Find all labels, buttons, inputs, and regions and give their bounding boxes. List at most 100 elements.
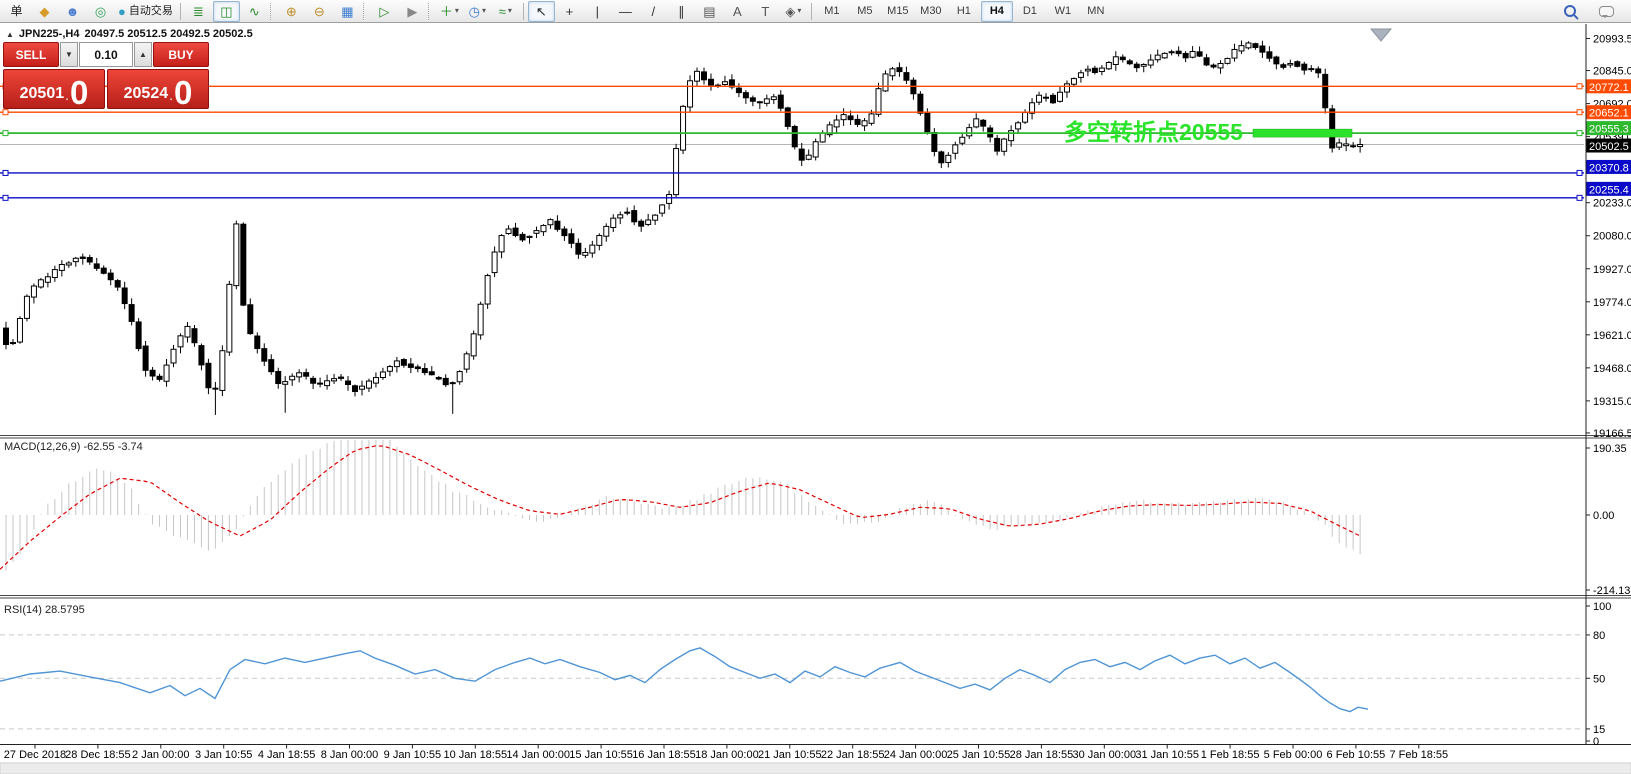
arrows-button[interactable]: ◈▾ [780,1,807,22]
vertical-line-icon: | [596,5,599,18]
svg-text:31 Jan 10:55: 31 Jan 10:55 [1135,749,1199,761]
new-order-button[interactable]: 单 [3,1,30,22]
chart-shift-button[interactable]: ▶ [399,1,426,22]
timeframe-w1-button[interactable]: W1 [1047,1,1079,22]
line-handle[interactable] [3,195,8,200]
chevron-down-icon: ▾ [508,7,512,15]
buy-price-panel[interactable]: 20524.0 [107,69,209,109]
svg-text:25 Jan 10:55: 25 Jan 10:55 [947,749,1011,761]
chat-icon [1599,6,1614,17]
crosshair-icon: + [566,5,574,18]
line-handle[interactable] [3,170,8,175]
text-label-button[interactable]: T [752,1,779,22]
profile-icon[interactable]: ☻ [59,1,86,22]
chart-shift-icon: ▶ [407,5,417,18]
volume-input[interactable] [79,42,133,67]
timeframe-h1-button[interactable]: H1 [948,1,980,22]
timeframe-h4-button[interactable]: H4 [981,1,1013,22]
bar-chart-button[interactable]: ≣ [185,1,212,22]
svg-text:15 Jan 10:55: 15 Jan 10:55 [569,749,633,761]
svg-text:1 Feb 18:55: 1 Feb 18:55 [1201,749,1260,761]
buy-price-pips: 0 [174,79,192,106]
chat-button[interactable] [1593,1,1620,22]
zoom-out-button[interactable]: ⊖ [306,1,333,22]
search-button[interactable] [1556,1,1583,22]
timeframe-m1-button[interactable]: M1 [816,1,848,22]
horizontal-scrollbar[interactable] [0,763,1631,774]
line-handle[interactable] [1577,170,1582,175]
auto-trading-icon: ● [118,5,126,18]
svg-text:18 Jan 00:00: 18 Jan 00:00 [695,749,759,761]
volume-decrease-button[interactable]: ▼ [60,42,78,67]
svg-text:7 Feb 18:55: 7 Feb 18:55 [1389,749,1448,761]
periods-button[interactable]: ◷▾ [464,1,491,22]
bar-chart-icon: ≣ [193,5,204,18]
macd-label: MACD(12,26,9) -62.55 -3.74 [4,441,143,453]
svg-text:19927.0: 19927.0 [1593,264,1631,276]
annotation-text[interactable]: 多空转折点20555 [1064,119,1243,145]
trendline-button[interactable]: / [640,1,667,22]
timeframe-m5-button[interactable]: M5 [849,1,881,22]
svg-text:19621.0: 19621.0 [1593,330,1631,342]
sell-price-panel[interactable]: 20501.0 [3,69,105,109]
line-handle[interactable] [1577,195,1582,200]
buy-button[interactable]: BUY [153,42,209,67]
timeframe-mn-button[interactable]: MN [1080,1,1112,22]
timeframe-m30-button[interactable]: M30 [915,1,947,22]
buy-price-main: 20524 [124,86,169,102]
tile-windows-button[interactable]: ▦ [334,1,361,22]
zoom-in-button[interactable]: ⊕ [278,1,305,22]
toolbar: 单◆ ☻ ◎●自动交易 ≣ ◫∿ ⊕ ⊖▦ ▷ ▶ ＋▾◷▾≈▾ ↖ + | — / ∥ ▤ A T ◈▾ M1M5M1… [0,0,1631,23]
svg-text:22 Jan 18:55: 22 Jan 18:55 [821,749,885,761]
line-chart-button[interactable]: ∿ [241,1,268,22]
profile-icon-icon: ☻ [66,5,80,18]
line-handle[interactable] [1577,84,1582,89]
symbol-period-label: JPN225-,H4 [19,28,80,40]
rsi-label: RSI(14) 28.5795 [4,604,85,616]
svg-text:-214.13: -214.13 [1593,585,1630,597]
line-handle[interactable] [1577,110,1582,115]
signals-icon[interactable]: ◎ [87,1,114,22]
line-handle[interactable] [1577,131,1582,136]
crosshair-button[interactable]: + [556,1,583,22]
svg-text:50: 50 [1593,673,1605,685]
svg-text:4 Jan 18:55: 4 Jan 18:55 [258,749,316,761]
svg-text:20233.0: 20233.0 [1593,198,1631,210]
equidistant-channel-button[interactable]: ∥ [668,1,695,22]
text-icon: A [733,5,742,18]
timeframe-m15-button[interactable]: M15 [882,1,914,22]
chart-area[interactable]: 多空转折点20555 MACD(12,26,9) -62.55 -3.74 RSI(… [0,23,1631,774]
text-button[interactable]: A [724,1,751,22]
volume-increase-button[interactable]: ▲ [134,42,152,67]
auto-trading-button[interactable]: ●自动交易 [115,1,176,22]
svg-text:28 Dec 18:55: 28 Dec 18:55 [65,749,130,761]
template-button[interactable]: ≈▾ [492,1,519,22]
trendline-icon: / [652,5,656,18]
line-handle[interactable] [3,110,8,115]
svg-text:20502.5: 20502.5 [1589,141,1629,153]
svg-text:20255.4: 20255.4 [1589,184,1629,196]
auto-scroll-button[interactable]: ▷ [371,1,398,22]
sell-price-main: 20501 [20,86,65,102]
line-handle[interactable] [3,131,8,136]
chevron-down-icon: ▾ [482,7,486,15]
horizontal-line-button[interactable]: — [612,1,639,22]
svg-text:19315.0: 19315.0 [1593,396,1631,408]
candlestick-chart-button[interactable]: ◫ [213,1,240,22]
text-label-icon: T [761,5,769,18]
fibonacci-button[interactable]: ▤ [696,1,723,22]
zoom-in-icon: ⊕ [286,5,297,18]
cursor-button[interactable]: ↖ [528,1,555,22]
svg-text:27 Dec 2018: 27 Dec 2018 [4,749,66,761]
collapse-panel-arrow-icon[interactable]: ▲ [6,30,14,39]
fibonacci-icon: ▤ [703,5,715,18]
svg-text:0: 0 [1593,736,1599,748]
new-chart-button[interactable]: ＋▾ [436,1,463,22]
vertical-line-button[interactable]: | [584,1,611,22]
svg-text:19774.0: 19774.0 [1593,297,1631,309]
market-watch-icon[interactable]: ◆ [31,1,58,22]
trend-highlight-segment[interactable] [1253,129,1352,137]
sell-button[interactable]: SELL [3,42,59,67]
svg-text:20845.0: 20845.0 [1593,66,1631,78]
timeframe-d1-button[interactable]: D1 [1014,1,1046,22]
